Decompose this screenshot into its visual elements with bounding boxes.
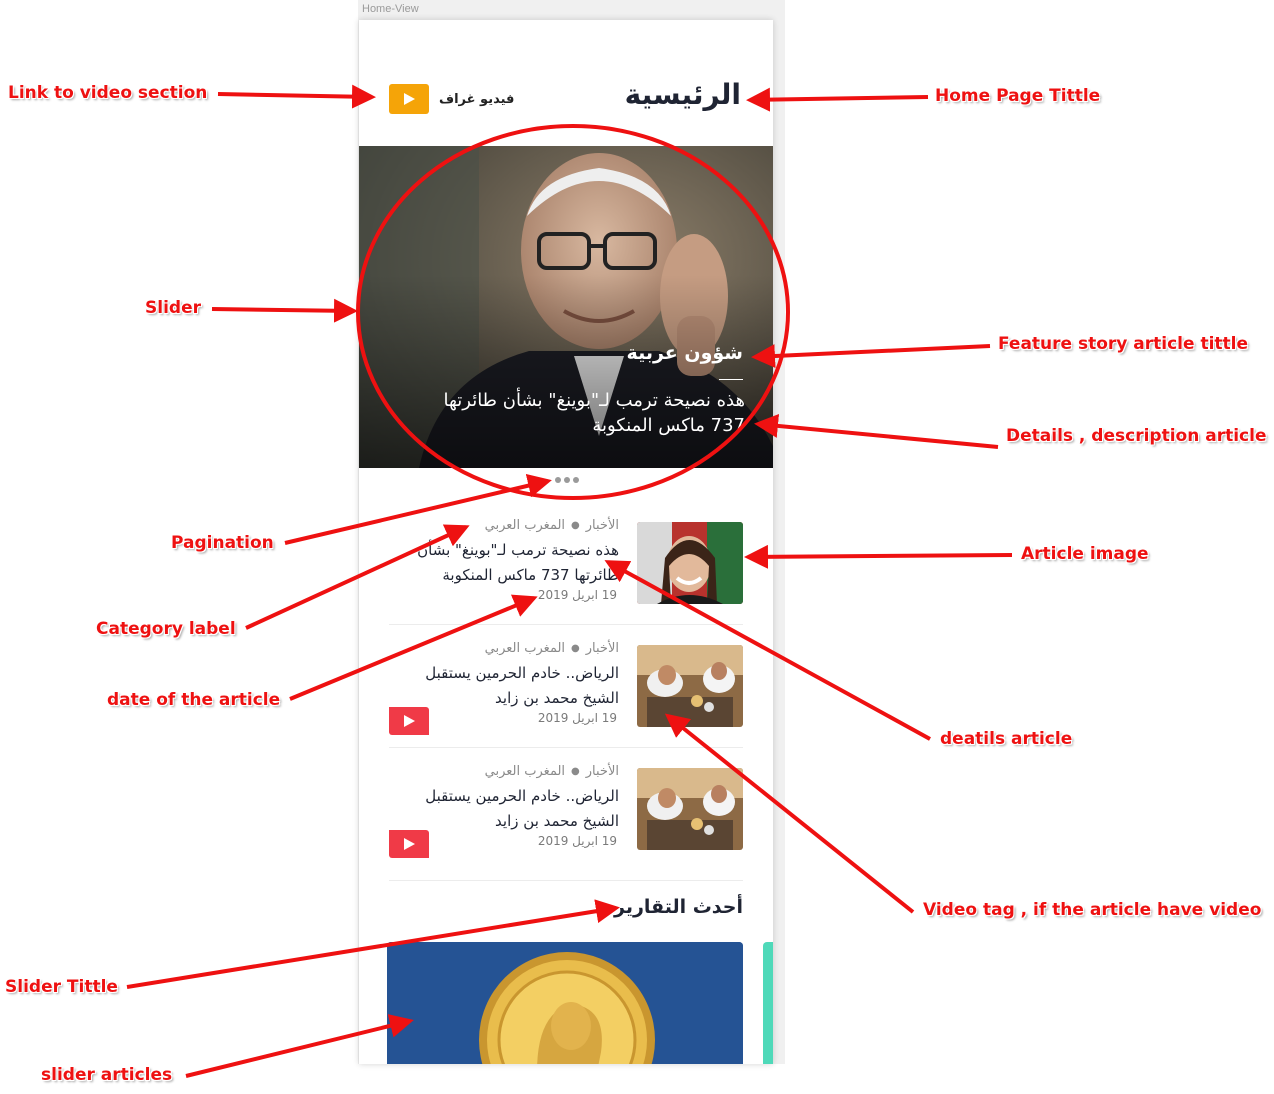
- article-image-graphic: [637, 522, 743, 604]
- artboard-label: Home-View: [362, 3, 419, 15]
- play-icon: [404, 838, 415, 850]
- annotation-slider: Slider: [145, 298, 201, 318]
- category-section[interactable]: الأخبار: [586, 641, 619, 656]
- article-item[interactable]: الأخبار ● المغرب العربي هذه نصيحة ترمب ل…: [389, 518, 743, 612]
- annotation-feature-title: Feature story article tittle: [998, 334, 1249, 354]
- meta-dot: ●: [571, 643, 580, 654]
- video-section-link[interactable]: فيديو غراف: [389, 84, 514, 114]
- next-report-card[interactable]: [763, 942, 773, 1064]
- arrow-article-image: [744, 544, 1013, 569]
- video-link-button[interactable]: [389, 84, 429, 114]
- category-label[interactable]: الأخبار ● المغرب العربي: [485, 641, 619, 656]
- reports-section-title: أحدث التقارير: [614, 896, 743, 918]
- arrow-details-desc: [754, 413, 999, 449]
- video-tag[interactable]: [389, 707, 429, 735]
- article-title[interactable]: هذه نصيحة ترمب لـ"بوينغ" بشأن طائرتها 73…: [389, 538, 619, 588]
- article-item[interactable]: الأخبار ● المغرب العربي الرياض.. خادم ال…: [389, 641, 743, 735]
- annotation-pagination: Pagination: [171, 533, 274, 553]
- annotation-details-article: deatils article: [940, 729, 1073, 749]
- arrow-video-link: [217, 84, 376, 109]
- article-image-graphic: [637, 768, 743, 850]
- category-section[interactable]: الأخبار: [586, 518, 619, 533]
- section-separator: [389, 880, 743, 881]
- annotation-video-tag: Video tag , if the article have video: [923, 900, 1262, 920]
- annotation-link-video: Link to video section: [8, 83, 208, 103]
- annotation-category-label: Category label: [96, 619, 236, 639]
- article-image[interactable]: [637, 645, 743, 727]
- report-slider-card[interactable]: [387, 942, 743, 1064]
- article-date: 19 ابريل 2019: [537, 834, 617, 848]
- feature-story-description[interactable]: هذه نصيحة ترمب لـ"بوينغ" بشأن طائرتها 73…: [425, 388, 745, 438]
- play-icon: [404, 93, 415, 105]
- feature-story-title[interactable]: شؤون عربية: [627, 342, 743, 364]
- article-image[interactable]: [637, 522, 743, 604]
- category-label[interactable]: الأخبار ● المغرب العربي: [485, 518, 619, 533]
- feature-slider[interactable]: شؤون عربية هذه نصيحة ترمب لـ"بوينغ" بشأن…: [359, 146, 773, 468]
- meta-dot: ●: [571, 766, 580, 777]
- home-page-title: الرئيسية: [624, 78, 741, 111]
- arrow-slider: [211, 298, 358, 323]
- report-card-image: [387, 942, 743, 1064]
- article-date: 19 ابريل 2019: [537, 711, 617, 725]
- article-title[interactable]: الرياض.. خادم الحرمين يستقبل الشيخ محمد …: [389, 784, 619, 834]
- annotation-slider-title: Slider Tittle: [5, 977, 118, 997]
- pagination-dot[interactable]: [573, 477, 579, 483]
- article-title[interactable]: الرياض.. خادم الحرمين يستقبل الشيخ محمد …: [389, 661, 619, 711]
- meta-dot: ●: [571, 520, 580, 531]
- category-section[interactable]: الأخبار: [586, 764, 619, 779]
- video-link-label: فيديو غراف: [439, 91, 515, 107]
- category-region[interactable]: المغرب العربي: [485, 518, 565, 533]
- play-icon: [404, 715, 415, 727]
- article-image-graphic: [637, 645, 743, 727]
- category-region[interactable]: المغرب العربي: [485, 641, 565, 656]
- annotation-date: date of the article: [107, 690, 281, 710]
- article-separator: [389, 747, 743, 748]
- arrow-feature-title: [751, 344, 991, 369]
- article-date: 19 ابريل 2019: [537, 588, 617, 602]
- annotation-article-image: Article image: [1021, 544, 1149, 564]
- annotation-slider-articles: slider articles: [41, 1065, 173, 1085]
- annotation-details-desc: Details , description article: [1006, 426, 1267, 446]
- pagination-dot[interactable]: [564, 477, 570, 483]
- category-region[interactable]: المغرب العربي: [485, 764, 565, 779]
- pagination-dot[interactable]: [555, 477, 561, 483]
- article-separator: [389, 624, 743, 625]
- category-label[interactable]: الأخبار ● المغرب العربي: [485, 764, 619, 779]
- article-image[interactable]: [637, 768, 743, 850]
- annotation-home-title: Home Page Tittle: [935, 86, 1101, 106]
- article-item[interactable]: الأخبار ● المغرب العربي الرياض.. خادم ال…: [389, 764, 743, 858]
- feature-divider: [719, 379, 743, 380]
- slider-pagination: [555, 477, 579, 483]
- video-tag[interactable]: [389, 830, 429, 858]
- phone-screen: فيديو غراف الرئيسية شؤون عربية هذه نصيحة…: [359, 20, 773, 1064]
